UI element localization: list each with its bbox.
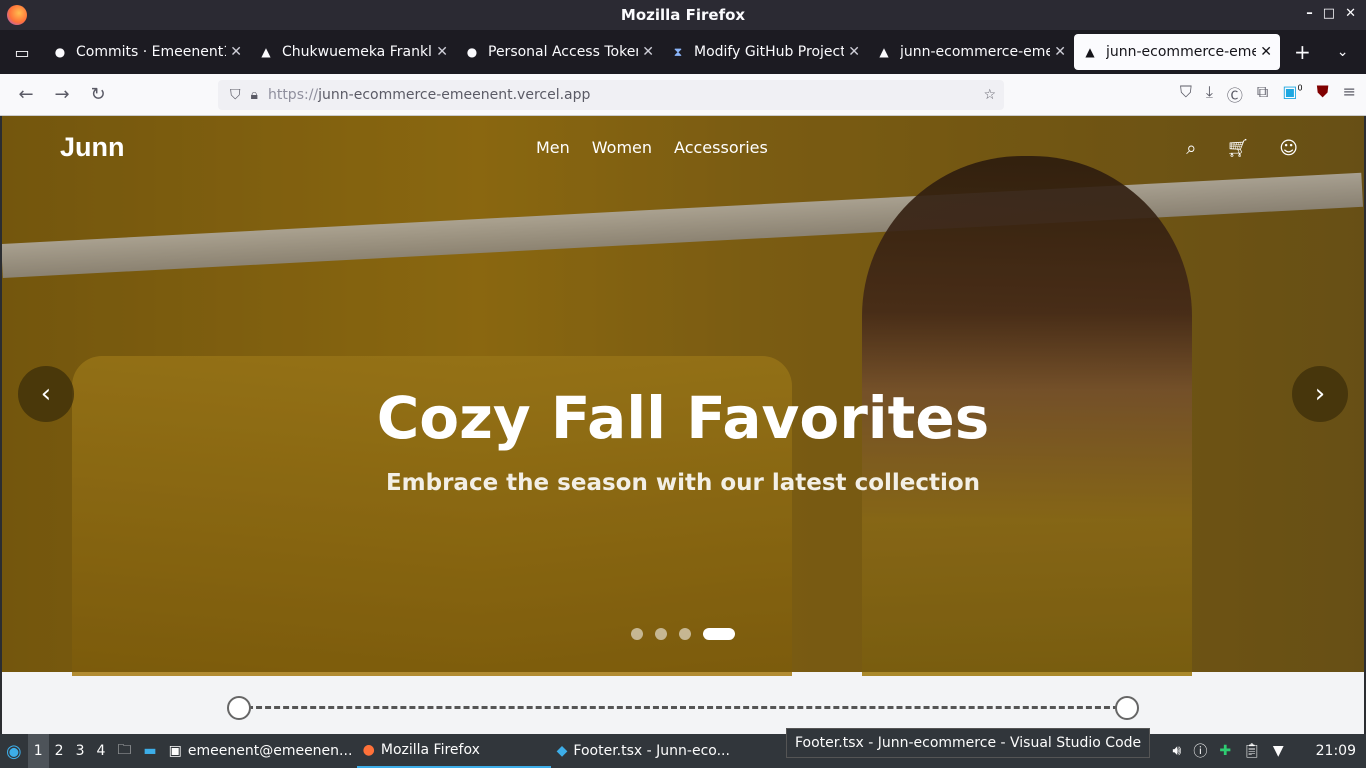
new-tab-icon[interactable]: + xyxy=(1294,40,1311,64)
taskbar-firefox[interactable]: ● Mozilla Firefox xyxy=(356,734,551,768)
firefox-view-icon[interactable]: ▭ xyxy=(0,43,44,62)
taskbar-vscode[interactable]: ◆ Footer.tsx - Junn-eco... xyxy=(551,734,745,768)
volume-icon[interactable]: 🔊︎ xyxy=(1173,743,1182,759)
vscode-tooltip: Footer.tsx - Junn-ecommerce - Visual Stu… xyxy=(786,728,1151,758)
system-tray: 🔊︎ ⓘ ✚ 📋︎ ▼ 21:09 xyxy=(1173,734,1356,768)
close-tab-icon[interactable]: ✕ xyxy=(230,44,242,60)
reload-icon[interactable]: ↻ xyxy=(80,84,116,105)
minimize-icon[interactable]: – xyxy=(1306,6,1313,21)
hero-banner: Junn Men Women Accessories ⌕ 🛒︎ ☺ ‹ › Co… xyxy=(2,116,1364,676)
range-handle-right[interactable] xyxy=(1115,696,1139,720)
nav-link-men[interactable]: Men xyxy=(536,138,570,157)
bookmark-star-icon[interactable]: ☆ xyxy=(983,87,996,103)
hero-subheadline: Embrace the season with our latest colle… xyxy=(385,470,981,496)
tab-chukwuemeka[interactable]: ▲ Chukwuemeka Franklin ✕ xyxy=(250,34,456,70)
hero-headline: Cozy Fall Favorites xyxy=(376,384,990,452)
range-handle-left[interactable] xyxy=(227,696,251,720)
extension-badge-icon[interactable]: ▣0 xyxy=(1282,82,1302,106)
taskbar: ◉ 1 2 3 4 🗀 ▬ ▣ emeenent@emeenen... ● Mozi… xyxy=(0,734,1366,768)
main-nav: Men Women Accessories xyxy=(536,138,768,157)
desktop-icon[interactable]: ▬ xyxy=(137,734,162,768)
network-icon[interactable]: ▼ xyxy=(1273,743,1284,759)
pocket-icon[interactable]: ⛉ xyxy=(1180,82,1192,106)
lock-icon[interactable]: 🔒︎ xyxy=(251,87,258,103)
extensions-icon[interactable]: ⧉ xyxy=(1257,82,1268,106)
vercel-icon: ▲ xyxy=(1085,45,1095,59)
github-icon: ● xyxy=(54,45,66,59)
tab-modify-github-project[interactable]: ⧗ Modify GitHub Project ✕ xyxy=(662,34,868,70)
tab-commits[interactable]: ● Commits · Emeenent1 ✕ xyxy=(44,34,250,70)
vscode-icon: ◆ xyxy=(556,743,568,759)
maximize-icon[interactable]: □ xyxy=(1323,6,1335,21)
clock[interactable]: 21:09 xyxy=(1316,743,1356,759)
window-controls: – □ ✕ xyxy=(1306,6,1356,21)
header-actions: ⌕ 🛒︎ ☺ xyxy=(1186,138,1298,159)
close-tab-icon[interactable]: ✕ xyxy=(1260,44,1272,60)
workspace-2[interactable]: 2 xyxy=(49,734,70,768)
status-icon[interactable]: ✚ xyxy=(1219,743,1231,759)
carousel-dot[interactable] xyxy=(679,628,691,640)
forward-icon[interactable]: → xyxy=(44,84,80,105)
firefox-icon xyxy=(7,5,27,25)
taskbar-terminal[interactable]: ▣ emeenent@emeenen... xyxy=(163,734,357,768)
close-tab-icon[interactable]: ✕ xyxy=(642,44,654,60)
workspace-1[interactable]: 1 xyxy=(27,734,49,768)
workspace-3[interactable]: 3 xyxy=(70,734,91,768)
address-bar[interactable]: ⛉ 🔒︎ https://junn-ecommerce-emeenent.ver… xyxy=(218,80,1004,110)
workspace-4[interactable]: 4 xyxy=(90,734,111,768)
ublock-icon[interactable]: ⛊ xyxy=(1317,82,1329,106)
close-tab-icon[interactable]: ✕ xyxy=(1054,44,1066,60)
range-track xyxy=(238,706,1128,709)
hourglass-icon: ⧗ xyxy=(673,44,683,59)
close-tab-icon[interactable]: ✕ xyxy=(848,44,860,60)
user-icon[interactable]: ☺ xyxy=(1279,138,1298,159)
navigation-toolbar: ← → ↻ ⛉ 🔒︎ https://junn-ecommerce-emeene… xyxy=(0,74,1366,116)
carousel-dot[interactable] xyxy=(655,628,667,640)
cart-icon[interactable]: 🛒︎ xyxy=(1226,138,1249,159)
notification-icon[interactable]: ⓘ xyxy=(1193,741,1207,761)
nav-link-accessories[interactable]: Accessories xyxy=(674,138,768,157)
firefox-icon: ● xyxy=(362,742,375,758)
nav-link-women[interactable]: Women xyxy=(592,138,652,157)
shield-icon[interactable]: ⛉ xyxy=(230,87,241,103)
github-icon: ● xyxy=(466,45,478,59)
tab-personal-access-token[interactable]: ● Personal Access Token ✕ xyxy=(456,34,662,70)
brand-logo[interactable]: Junn xyxy=(60,132,125,163)
web-page: Junn Men Women Accessories ⌕ 🛒︎ ☺ ‹ › Co… xyxy=(2,116,1364,734)
downloads-icon[interactable]: ⤓ xyxy=(1206,82,1213,106)
back-icon[interactable]: ← xyxy=(8,84,44,105)
tab-bar: ▭ ● Commits · Emeenent1 ✕ ▲ Chukwuemeka Fra… xyxy=(0,30,1366,74)
close-tab-icon[interactable]: ✕ xyxy=(436,44,448,60)
app-launcher-icon[interactable]: ◉ xyxy=(0,734,28,768)
list-tabs-icon[interactable]: ⌄ xyxy=(1337,44,1349,60)
vercel-icon: ▲ xyxy=(879,45,889,59)
clipboard-icon[interactable]: 📋︎ xyxy=(1243,743,1261,759)
window-title: Mozilla Firefox xyxy=(620,6,746,24)
terminal-icon: ▣ xyxy=(168,743,182,759)
carousel-dot-active[interactable] xyxy=(703,628,735,640)
close-icon[interactable]: ✕ xyxy=(1345,6,1356,21)
site-icon: ▲ xyxy=(261,45,271,59)
carousel-dots xyxy=(631,628,735,640)
account-icon[interactable]: Ⓒ xyxy=(1227,82,1243,106)
menu-icon[interactable]: ≡ xyxy=(1343,82,1356,106)
window-titlebar: Mozilla Firefox – □ ✕ xyxy=(0,0,1366,30)
files-icon[interactable]: 🗀 xyxy=(111,734,137,768)
search-icon[interactable]: ⌕ xyxy=(1186,138,1196,159)
tab-junn-1[interactable]: ▲junn-ecommerce-emeenent✕ xyxy=(868,34,1074,70)
tab-junn-active[interactable]: ▲junn-ecommerce-emeenent✕ xyxy=(1074,34,1280,70)
toolbar-icons: ⛉ ⤓ Ⓒ ⧉ ▣0 ⛊ ≡ xyxy=(1180,82,1356,106)
carousel-dot[interactable] xyxy=(631,628,643,640)
